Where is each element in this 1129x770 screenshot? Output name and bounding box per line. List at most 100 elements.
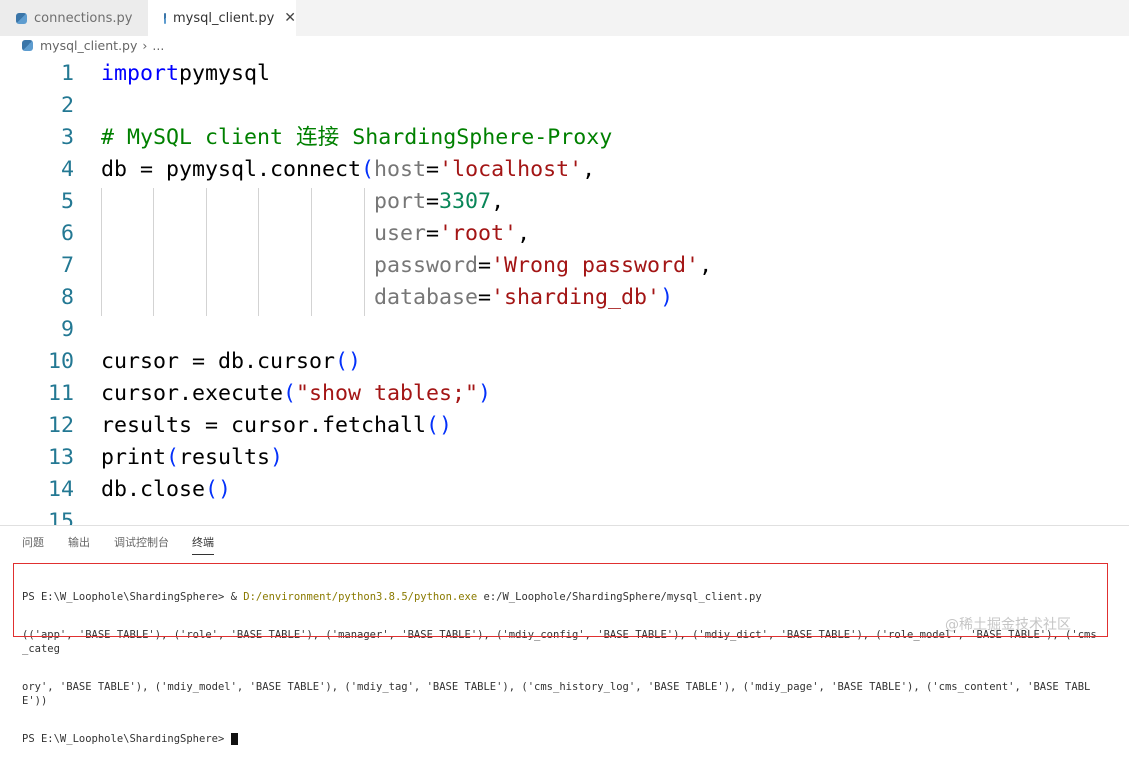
code-text: cursor.execute bbox=[101, 381, 284, 406]
line-content: print(results) bbox=[101, 442, 283, 474]
code-line[interactable]: 12 results = cursor.fetchall() bbox=[0, 410, 1129, 442]
code-text: print bbox=[101, 445, 167, 470]
python-file-icon bbox=[16, 12, 27, 24]
code-line[interactable]: 9 bbox=[0, 314, 1129, 346]
code-text: db.close bbox=[101, 477, 206, 502]
string: 'root' bbox=[439, 221, 518, 246]
line-number: 3 bbox=[60, 125, 74, 150]
code-line[interactable]: 7 password='Wrong password', bbox=[0, 250, 1129, 282]
terminal-cursor bbox=[230, 733, 238, 745]
code-line[interactable]: 14 db.close() bbox=[0, 474, 1129, 506]
code-text: cursor = db.cursor bbox=[101, 349, 336, 374]
watermark: @稀土掘金技术社区 bbox=[945, 617, 1071, 633]
line-number: 1 bbox=[60, 61, 74, 86]
bracket: ) bbox=[660, 285, 674, 310]
code-line[interactable]: 10 cursor = db.cursor() bbox=[0, 346, 1129, 378]
bracket: ( bbox=[361, 157, 375, 182]
number: 3307 bbox=[439, 189, 492, 214]
line-number: 11 bbox=[47, 381, 74, 406]
line-number: 9 bbox=[60, 317, 74, 342]
panel-tab-terminal[interactable]: 终端 bbox=[192, 534, 214, 555]
code-line[interactable]: 8 database='sharding_db') bbox=[0, 282, 1129, 314]
breadcrumb-file[interactable]: mysql_client.py bbox=[40, 38, 137, 53]
param-name: database bbox=[374, 285, 479, 310]
code-line[interactable]: 6 user='root', bbox=[0, 218, 1129, 250]
line-content: port=3307, bbox=[101, 186, 504, 218]
param-name: port bbox=[374, 189, 427, 214]
code-text: = bbox=[426, 157, 440, 182]
param-name: user bbox=[374, 221, 427, 246]
terminal-output-line: ory', 'BASE TABLE'), ('mdiy_model', 'BAS… bbox=[22, 681, 1091, 707]
panel-tab-output[interactable]: 输出 bbox=[68, 534, 90, 554]
code-text: , bbox=[582, 157, 596, 182]
panel-tab-problems[interactable]: 问题 bbox=[22, 534, 44, 554]
string: 'localhost' bbox=[439, 157, 583, 182]
line-number: 4 bbox=[60, 157, 74, 182]
line-content: results = cursor.fetchall() bbox=[101, 410, 452, 442]
tab-connections-py[interactable]: connections.py bbox=[0, 0, 148, 36]
bracket: () bbox=[335, 349, 362, 374]
line-content: cursor = db.cursor() bbox=[101, 346, 361, 378]
bracket: ) bbox=[270, 445, 284, 470]
param-name: password bbox=[374, 253, 479, 278]
code-editor[interactable]: 1 importpymysql 2 3 # MySQL client 连接 Shardi… bbox=[0, 58, 1129, 534]
bracket: () bbox=[426, 413, 453, 438]
param-name: host bbox=[374, 157, 427, 182]
code-text: results bbox=[179, 445, 271, 470]
terminal-prompt: PS E:\W_Loophole\ShardingSphere> bbox=[22, 733, 231, 745]
bracket: () bbox=[205, 477, 232, 502]
code-text: = bbox=[426, 189, 440, 214]
panel-tab-debug-console[interactable]: 调试控制台 bbox=[114, 534, 169, 554]
tab-mysql-client-py[interactable]: mysql_client.py ✕ bbox=[148, 0, 296, 36]
breadcrumb: mysql_client.py › ... bbox=[22, 38, 164, 53]
code-text: , bbox=[699, 253, 713, 278]
code-text: results = cursor.fetchall bbox=[101, 413, 427, 438]
code-line[interactable]: 2 bbox=[0, 90, 1129, 122]
breadcrumb-separator: › bbox=[142, 38, 148, 53]
code-text: = bbox=[478, 285, 492, 310]
code-text: = bbox=[426, 221, 440, 246]
terminal-prompt-line: PS E:\W_Loophole\ShardingSphere> bbox=[22, 732, 1102, 746]
code-line[interactable]: 13 print(results) bbox=[0, 442, 1129, 474]
bracket: ) bbox=[478, 381, 492, 406]
code-line[interactable]: 4 db = pymysql.connect(host='localhost', bbox=[0, 154, 1129, 186]
code-line[interactable]: 5 port=3307, bbox=[0, 186, 1129, 218]
code-line[interactable]: 11 cursor.execute("show tables;") bbox=[0, 378, 1129, 410]
line-number: 12 bbox=[47, 413, 74, 438]
line-number: 7 bbox=[60, 253, 74, 278]
python-file-icon bbox=[22, 40, 33, 51]
code-text: , bbox=[517, 221, 531, 246]
line-number: 5 bbox=[60, 189, 74, 214]
string: "show tables;" bbox=[296, 381, 479, 406]
comment: # MySQL client 连接 ShardingSphere-Proxy bbox=[101, 125, 613, 150]
code-line[interactable]: 3 # MySQL client 连接 ShardingSphere-Proxy bbox=[0, 122, 1129, 154]
line-content: db = pymysql.connect(host='localhost', bbox=[101, 154, 595, 186]
code-line[interactable]: 1 importpymysql bbox=[0, 58, 1129, 90]
line-number: 10 bbox=[47, 349, 74, 374]
line-content: cursor.execute("show tables;") bbox=[101, 378, 491, 410]
code-text: pymysql bbox=[179, 61, 271, 86]
line-content: importpymysql bbox=[101, 58, 270, 90]
highlight-box bbox=[13, 563, 1108, 637]
bracket: ( bbox=[283, 381, 297, 406]
keyword: import bbox=[101, 61, 180, 86]
line-number: 13 bbox=[47, 445, 74, 470]
breadcrumb-rest[interactable]: ... bbox=[152, 38, 164, 53]
line-content: db.close() bbox=[101, 474, 231, 506]
string: 'Wrong password' bbox=[491, 253, 700, 278]
editor-tab-bar: connections.py mysql_client.py ✕ bbox=[0, 0, 1129, 36]
line-content: user='root', bbox=[101, 218, 530, 250]
line-number: 14 bbox=[47, 477, 74, 502]
line-content: # MySQL client 连接 ShardingSphere-Proxy bbox=[101, 122, 612, 154]
tab-label: mysql_client.py bbox=[172, 10, 275, 26]
line-number: 8 bbox=[60, 285, 74, 310]
line-number: 2 bbox=[60, 93, 74, 118]
close-icon[interactable]: ✕ bbox=[284, 10, 296, 26]
line-number: 6 bbox=[60, 221, 74, 246]
line-content: database='sharding_db') bbox=[101, 282, 673, 314]
code-text: = bbox=[478, 253, 492, 278]
